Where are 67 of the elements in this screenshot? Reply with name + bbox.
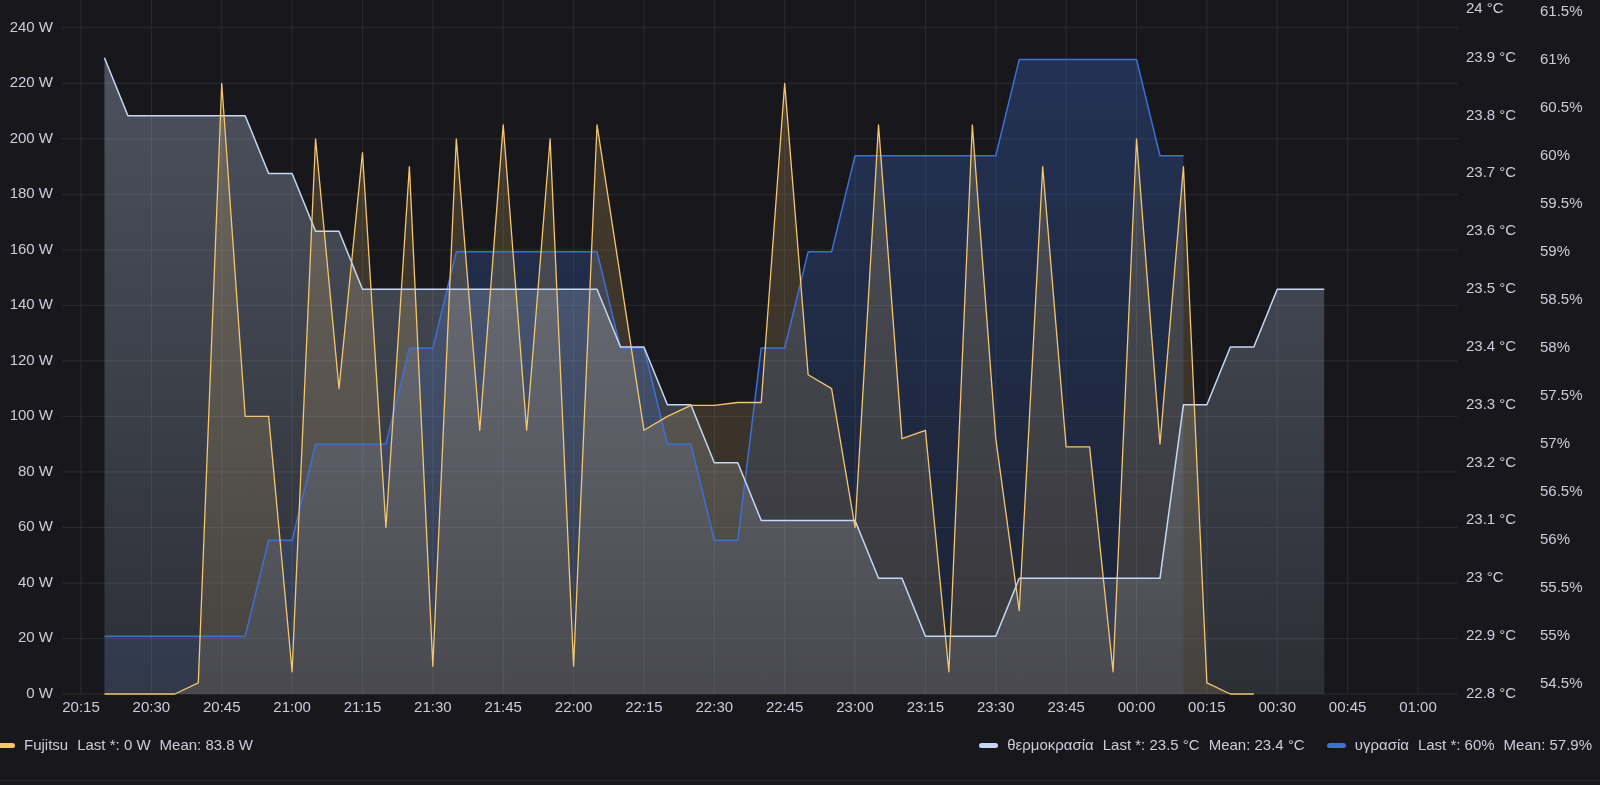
axis-tick-label: 23.8 °C bbox=[1466, 105, 1517, 123]
axis-tick-label: 120 W bbox=[9, 350, 53, 368]
axis-tick-label: 240 W bbox=[9, 17, 53, 35]
axis-tick-label: 23.6 °C bbox=[1466, 221, 1517, 239]
axis-tick-label: 20 W bbox=[18, 628, 53, 646]
axis-tick-label: 23.2 °C bbox=[1466, 452, 1517, 470]
axis-tick-label: 59.5% bbox=[1540, 193, 1583, 211]
axis-tick-label: 61.5% bbox=[1540, 1, 1583, 19]
axis-tick-label: 23:30 bbox=[977, 697, 1015, 715]
axis-tick-label: 00:15 bbox=[1188, 697, 1226, 715]
axis-tick-label: 23.4 °C bbox=[1466, 336, 1517, 354]
axis-tick-label: 56% bbox=[1540, 530, 1571, 548]
axis-tick-label: 00:00 bbox=[1117, 697, 1156, 715]
axis-tick-label: 22:15 bbox=[625, 697, 663, 715]
legend-last-value: Last *: 0 W bbox=[77, 734, 151, 755]
axis-tick-label: 22:45 bbox=[765, 697, 804, 715]
axis-tick-label: 60.5% bbox=[1540, 97, 1583, 115]
axis-tick-label: 20:45 bbox=[202, 697, 241, 715]
axis-tick-label: 20:15 bbox=[62, 697, 100, 715]
axis-tick-label: 200 W bbox=[9, 128, 53, 146]
axis-tick-label: 22:00 bbox=[554, 697, 593, 715]
axis-tick-label: 22.8 °C bbox=[1466, 683, 1517, 701]
legend-last-value: Last *: 23.5 °C bbox=[1102, 734, 1200, 755]
axis-tick-label: 22:30 bbox=[695, 697, 734, 715]
axis-tick-label: 220 W bbox=[9, 73, 53, 91]
axis-tick-label: 21:15 bbox=[343, 697, 382, 715]
axis-tick-label: 60% bbox=[1540, 145, 1571, 163]
axis-tick-label: 180 W bbox=[9, 184, 53, 202]
axis-tick-label: 23:00 bbox=[836, 697, 874, 715]
axis-tick-label: 21:30 bbox=[414, 697, 452, 715]
axis-tick-label: 100 W bbox=[9, 406, 53, 424]
axis-tick-label: 56.5% bbox=[1540, 482, 1583, 500]
axis-tick-label: 57% bbox=[1540, 434, 1571, 452]
axis-tick-label: 21:00 bbox=[273, 697, 311, 715]
legend-last-value: Last *: 60% bbox=[1417, 734, 1495, 755]
axis-tick-label: 140 W bbox=[9, 295, 53, 313]
axis-tick-label: 0 W bbox=[26, 683, 53, 701]
axis-tick-label: 22.9 °C bbox=[1466, 626, 1517, 644]
axis-tick-label: 60 W bbox=[18, 517, 53, 535]
axis-tick-label: 58.5% bbox=[1540, 289, 1583, 307]
axis-tick-label: 23.7 °C bbox=[1466, 163, 1517, 181]
axis-tick-label: 23.9 °C bbox=[1466, 47, 1517, 65]
axis-tick-label: 23:15 bbox=[906, 697, 945, 715]
axis-tick-label: 80 W bbox=[18, 461, 53, 479]
axis-tick-label: 00:45 bbox=[1328, 697, 1367, 715]
axis-tick-label: 58% bbox=[1540, 337, 1571, 355]
axis-tick-label: 160 W bbox=[9, 239, 53, 257]
axis-tick-label: 59% bbox=[1540, 241, 1571, 259]
legend-mean-value: Mean: 83.8 W bbox=[159, 734, 253, 755]
axis-tick-label: 24 °C bbox=[1466, 0, 1504, 16]
axis-tick-label: 57.5% bbox=[1540, 386, 1583, 403]
axis-tick-label: 54.5% bbox=[1540, 674, 1583, 692]
axis-tick-label: 20:30 bbox=[132, 697, 171, 715]
axis-tick-label: 40 W bbox=[18, 572, 53, 590]
axis-tick-label: 00:30 bbox=[1258, 697, 1297, 715]
axis-tick-label: 23.3 °C bbox=[1466, 394, 1517, 412]
legend-mean-value: Mean: 57.9% bbox=[1503, 734, 1592, 755]
axis-tick-label: 61% bbox=[1540, 49, 1571, 67]
axis-tick-label: 55% bbox=[1540, 626, 1571, 644]
axis-tick-label: 01:00 bbox=[1399, 697, 1437, 715]
axis-tick-label: 55.5% bbox=[1540, 578, 1583, 596]
axis-tick-label: 21:45 bbox=[484, 697, 522, 715]
legend-mean-value: Mean: 23.4 °C bbox=[1208, 734, 1305, 755]
axis-tick-label: 23 °C bbox=[1466, 568, 1504, 586]
axis-tick-label: 23.1 °C bbox=[1466, 510, 1517, 528]
axis-tick-label: 23.5 °C bbox=[1466, 279, 1517, 297]
axis-tick-label: 23:45 bbox=[1047, 697, 1085, 715]
